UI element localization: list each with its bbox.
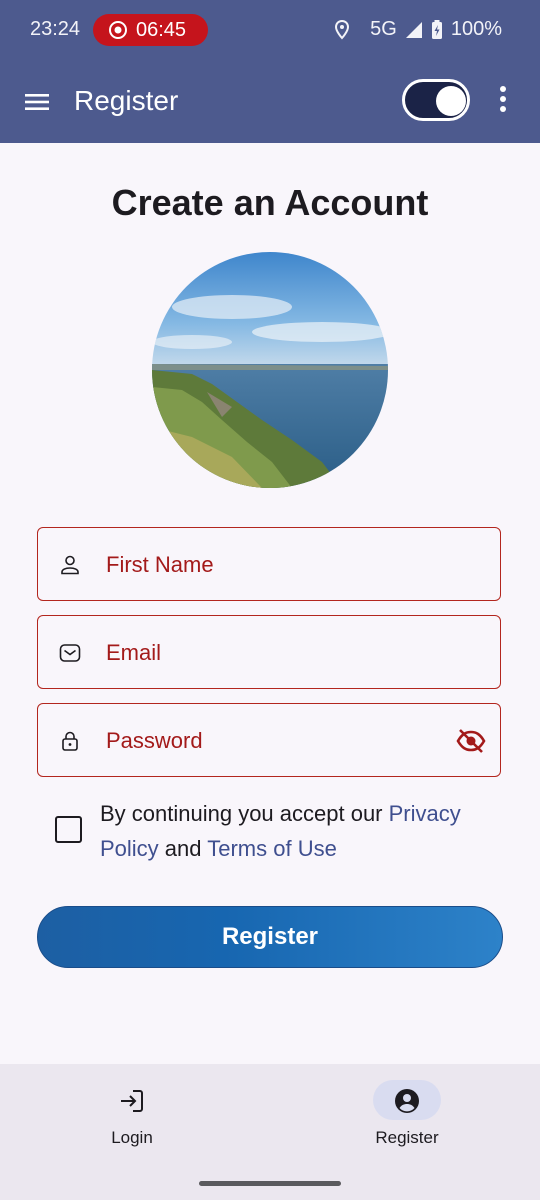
menu-icon[interactable] — [22, 87, 52, 117]
app-bar: Register — [0, 60, 540, 143]
first-name-label: First Name — [106, 552, 214, 577]
theme-toggle[interactable] — [402, 79, 470, 121]
register-button[interactable]: Register — [37, 906, 503, 968]
first-name-field[interactable]: First Name — [37, 527, 501, 601]
nav-label-register: Register — [375, 1128, 439, 1147]
profile-photo[interactable] — [152, 252, 388, 488]
screen-recording-pill[interactable]: 06:45 — [93, 14, 208, 46]
signal-icon — [405, 21, 423, 39]
status-icons: 5G 100% — [334, 18, 502, 41]
password-field[interactable]: Password — [37, 703, 501, 777]
toggle-knob — [436, 86, 466, 116]
person-icon — [58, 553, 82, 577]
email-label: Email — [106, 640, 162, 665]
battery-percent: 100% — [450, 18, 502, 40]
consent-prefix: By continuing you accept our — [100, 801, 389, 826]
network-type: 5G — [370, 18, 397, 40]
more-vert-icon[interactable] — [492, 86, 514, 118]
record-icon — [108, 20, 128, 46]
consent-middle: and — [158, 836, 208, 861]
nav-label-login: Login — [111, 1128, 153, 1147]
mail-icon — [58, 641, 82, 665]
email-field[interactable]: Email — [37, 615, 501, 689]
account-circle-icon — [373, 1080, 441, 1120]
status-time: 23:24 — [30, 18, 81, 40]
password-label: Password — [106, 728, 203, 753]
recording-timer: 06:45 — [136, 19, 187, 41]
status-bar: 23:24 06:45 5G 100% — [0, 0, 540, 60]
consent-text: By continuing you accept our Privacy Pol… — [100, 796, 520, 866]
bottom-navigation: Login Register — [0, 1064, 540, 1200]
terms-checkbox[interactable] — [55, 816, 82, 843]
terms-of-use-link[interactable]: Terms of Use — [207, 836, 337, 861]
visibility-off-icon[interactable] — [456, 728, 486, 754]
login-icon — [98, 1080, 166, 1120]
battery-icon — [431, 19, 443, 40]
page-title: Create an Account — [111, 182, 429, 223]
location-icon — [334, 19, 350, 40]
lock-icon — [58, 729, 82, 753]
app-bar-title: Register — [74, 85, 179, 116]
home-indicator[interactable] — [199, 1181, 341, 1186]
